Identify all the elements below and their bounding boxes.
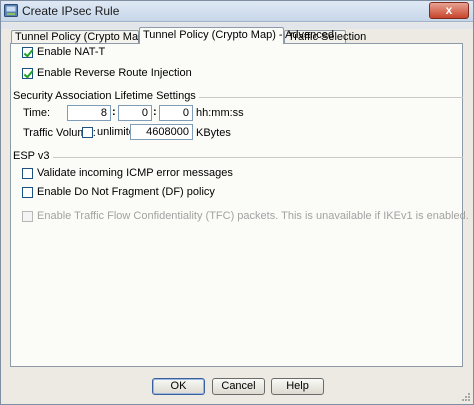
close-button[interactable]: x — [429, 2, 469, 19]
help-button[interactable]: Help — [271, 378, 324, 395]
dont-fragment-label: Enable Do Not Fragment (DF) policy — [37, 186, 215, 198]
validate-icmp-option[interactable]: Validate incoming ICMP error messages — [22, 167, 233, 179]
time-format-label: hh:mm:ss — [196, 107, 244, 119]
sa-lifetime-group-title: Security Association Lifetime Settings — [13, 90, 199, 102]
unlimited-checkbox[interactable] — [82, 126, 93, 138]
traffic-volume-input[interactable]: 4608000 — [130, 124, 193, 140]
enable-rri-checkbox[interactable] — [22, 67, 33, 79]
esp-v3-divider — [13, 157, 463, 158]
cancel-button[interactable]: Cancel — [212, 378, 265, 395]
ok-button[interactable]: OK — [152, 378, 205, 395]
tfc-checkbox — [22, 210, 33, 222]
time-label: Time: — [23, 107, 51, 119]
time-separator: : — [153, 106, 157, 118]
tfc-option: Enable Traffic Flow Confidentiality (TFC… — [22, 210, 469, 222]
validate-icmp-label: Validate incoming ICMP error messages — [37, 167, 233, 179]
enable-rri-option[interactable]: Enable Reverse Route Injection — [22, 67, 192, 79]
window-title: Create IPsec Rule — [22, 4, 120, 18]
asdm-app-icon — [4, 4, 18, 17]
time-hours-input[interactable]: 8 — [67, 105, 111, 121]
resize-grip-icon[interactable] — [461, 392, 471, 402]
tab-tunnel-policy-advanced[interactable]: Tunnel Policy (Crypto Map) - Advanced — [139, 27, 334, 44]
traffic-unit-label: KBytes — [196, 127, 231, 139]
tab-label: Tunnel Policy (Crypto Map) - Advanced — [143, 29, 334, 41]
title-bar[interactable]: Create IPsec Rule x — [1, 1, 473, 22]
enable-rri-label: Enable Reverse Route Injection — [37, 67, 192, 79]
esp-v3-group-title: ESP v3 — [13, 150, 53, 162]
enable-nat-t-option[interactable]: Enable NAT-T — [22, 46, 105, 58]
create-ipsec-rule-dialog: Create IPsec Rule x Tunnel Policy (Crypt… — [0, 0, 474, 405]
validate-icmp-checkbox[interactable] — [22, 167, 33, 179]
close-icon: x — [445, 3, 453, 17]
dont-fragment-option[interactable]: Enable Do Not Fragment (DF) policy — [22, 186, 215, 198]
time-separator: : — [112, 106, 116, 118]
dont-fragment-checkbox[interactable] — [22, 186, 33, 198]
tfc-label: Enable Traffic Flow Confidentiality (TFC… — [37, 210, 469, 222]
time-seconds-input[interactable]: 0 — [159, 105, 193, 121]
enable-nat-t-checkbox[interactable] — [22, 46, 33, 58]
enable-nat-t-label: Enable NAT-T — [37, 46, 106, 58]
tab-tunnel-policy-basic[interactable]: Tunnel Policy (Crypto Map) - Basic — [11, 30, 185, 43]
time-minutes-input[interactable]: 0 — [118, 105, 152, 121]
